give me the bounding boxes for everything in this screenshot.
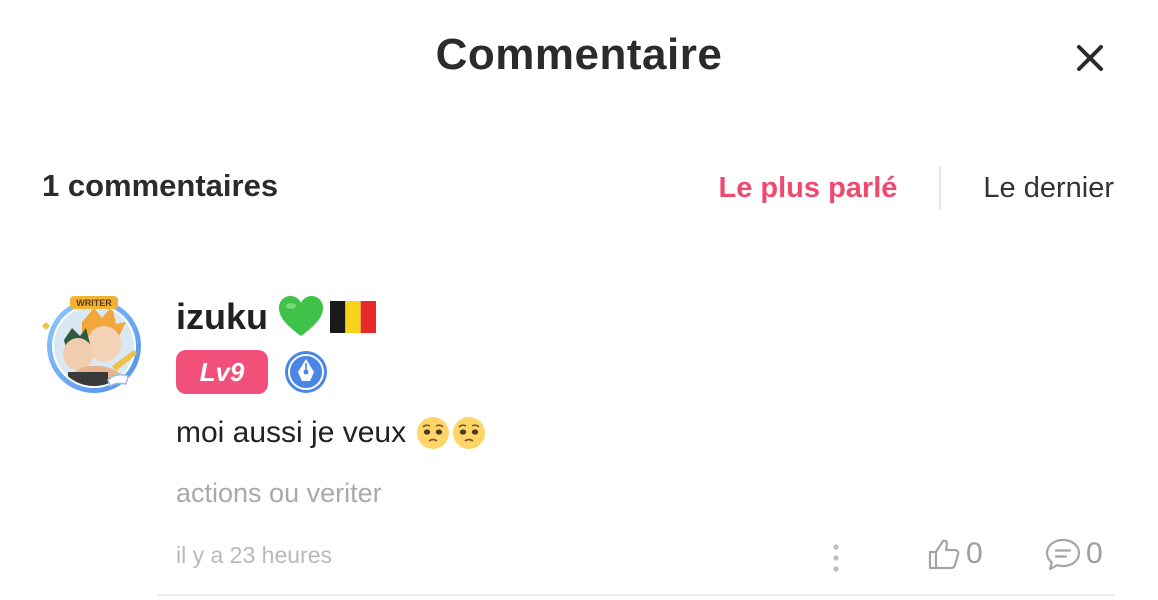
comment-text: moi aussi je veux	[176, 416, 486, 450]
avatar[interactable]: WRITER	[42, 292, 146, 396]
more-options-icon[interactable]	[826, 540, 846, 576]
green-heart-icon	[279, 296, 324, 336]
comment-timestamp: il y a 23 heures	[176, 542, 332, 568]
level-badge: Lv9	[176, 350, 268, 394]
like-button[interactable]: 0	[926, 536, 983, 572]
comment-divider	[158, 594, 1114, 596]
sort-tabs: Le plus parlé Le dernier	[719, 166, 1114, 210]
pleading-face-icon	[417, 417, 450, 449]
sort-most-discussed[interactable]: Le plus parlé	[719, 172, 898, 205]
avatar-badge-label: WRITER	[76, 298, 112, 308]
like-count: 0	[966, 537, 983, 570]
pen-nib-badge-icon	[285, 351, 327, 393]
thumbs-up-icon	[928, 539, 960, 570]
sort-divider	[939, 166, 942, 210]
comment-body: moi aussi je veux	[176, 416, 407, 449]
pleading-face-icon	[453, 417, 486, 449]
comment-sheet: Commentaire 1 commentaires Le plus parlé…	[0, 0, 1158, 600]
belgium-flag-icon	[330, 301, 377, 333]
comment-count: 1 commentaires	[42, 168, 279, 203]
username-row: izuku	[176, 294, 377, 340]
page-title: Commentaire	[435, 30, 723, 79]
reply-button[interactable]: 0	[1044, 536, 1103, 572]
reply-count: 0	[1086, 537, 1103, 570]
comment-topic[interactable]: actions ou veriter	[176, 478, 382, 509]
comment-bubble-icon	[1045, 538, 1081, 571]
username[interactable]: izuku	[176, 296, 268, 338]
sort-latest[interactable]: Le dernier	[983, 172, 1114, 205]
close-icon[interactable]	[1070, 38, 1110, 78]
user-badges: Lv9	[176, 350, 328, 394]
